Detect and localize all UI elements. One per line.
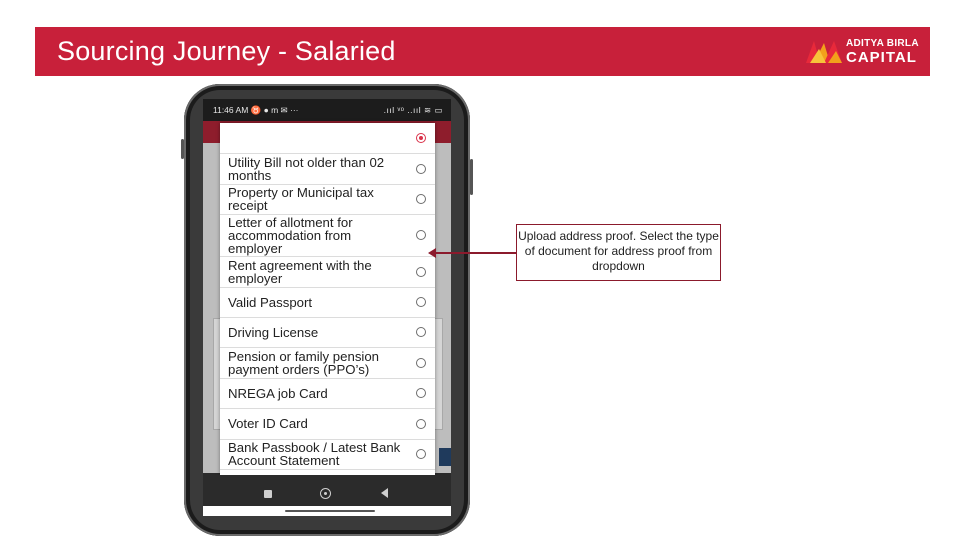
home-icon[interactable]: [320, 488, 331, 499]
radio-unselected-icon[interactable]: [416, 230, 426, 240]
dropdown-option[interactable]: Voter ID Card: [220, 408, 435, 440]
radio-unselected-icon[interactable]: [416, 164, 426, 174]
dropdown-option-label: Letter of allotment for accommodation fr…: [228, 215, 353, 256]
callout-arrow-icon: [428, 248, 436, 258]
dropdown-option[interactable]: Utility Bill not older than 02 months: [220, 153, 435, 185]
radio-selected-icon[interactable]: [416, 133, 426, 143]
dropdown-option-label: Voter ID Card: [228, 416, 308, 431]
callout-box: Upload address proof. Select the type of…: [516, 224, 721, 281]
radio-unselected-icon[interactable]: [416, 267, 426, 277]
dropdown-option-label: Utility Bill not older than 02 months: [228, 155, 385, 183]
radio-unselected-icon[interactable]: [416, 358, 426, 368]
home-indicator: [285, 510, 375, 512]
callout-arrow-line: [434, 252, 516, 254]
dropdown-option[interactable]: Bank Passbook / Latest Bank Account Stat…: [220, 439, 435, 470]
address-proof-dropdown[interactable]: Utility Bill not older than 02 months Pro…: [220, 123, 435, 475]
radio-unselected-icon[interactable]: [416, 297, 426, 307]
radio-unselected-icon[interactable]: [416, 388, 426, 398]
dropdown-option-label: Property or Municipal tax receipt: [228, 185, 374, 213]
status-indicators: .ııl ᵛᵒ ..ııl ≋ ▭: [383, 105, 443, 115]
dropdown-option[interactable]: Driving License: [220, 317, 435, 348]
dropdown-option-label: Rent agreement with the employer: [228, 258, 372, 286]
dropdown-option[interactable]: [220, 123, 435, 154]
radio-unselected-icon[interactable]: [416, 449, 426, 459]
background-button: [439, 448, 451, 466]
dropdown-option-label: Pension or family pension payment orders…: [228, 349, 380, 377]
dropdown-option-label: Bank Passbook / Latest Bank Account Stat…: [228, 440, 401, 468]
phone-side-button: [181, 139, 184, 159]
dropdown-option[interactable]: Property or Municipal tax receipt: [220, 184, 435, 215]
brand-logo: ADITYA BIRLA CAPITAL: [806, 38, 919, 66]
dropdown-option[interactable]: Letter of allotment for accommodation fr…: [220, 214, 435, 257]
slide-title: Sourcing Journey - Salaried: [57, 36, 396, 66]
status-time: 11:46 AM ♉ ● m ✉ ···: [213, 105, 299, 115]
dropdown-option-label: NREGA job Card: [228, 386, 328, 401]
radio-unselected-icon[interactable]: [416, 419, 426, 429]
dropdown-option[interactable]: Pension or family pension payment orders…: [220, 347, 435, 379]
back-icon[interactable]: [381, 488, 388, 498]
header-banner: Sourcing Journey - Salaried ADITYA BIRLA…: [35, 27, 930, 76]
dropdown-option-label: Driving License: [228, 325, 319, 340]
radio-unselected-icon[interactable]: [416, 194, 426, 204]
recent-apps-icon[interactable]: [264, 490, 272, 498]
phone-screen: 11:46 AM ♉ ● m ✉ ··· .ııl ᵛᵒ ..ııl ≋ ▭ U…: [203, 99, 451, 516]
dropdown-option[interactable]: Rent agreement with the employer: [220, 256, 435, 288]
callout-text: Upload address proof. Select the type of…: [518, 229, 719, 273]
phone-power-button: [470, 159, 473, 195]
sunburst-logo-icon: [806, 41, 842, 63]
brand-name-line1: ADITYA BIRLA: [846, 38, 919, 49]
brand-name-line2: CAPITAL: [846, 49, 917, 66]
dropdown-option-label: Valid Passport: [228, 295, 313, 310]
status-bar: 11:46 AM ♉ ● m ✉ ··· .ııl ᵛᵒ ..ııl ≋ ▭: [203, 99, 451, 121]
dropdown-option[interactable]: NREGA job Card: [220, 378, 435, 409]
radio-unselected-icon[interactable]: [416, 327, 426, 337]
dropdown-option[interactable]: Valid Passport: [220, 287, 435, 318]
